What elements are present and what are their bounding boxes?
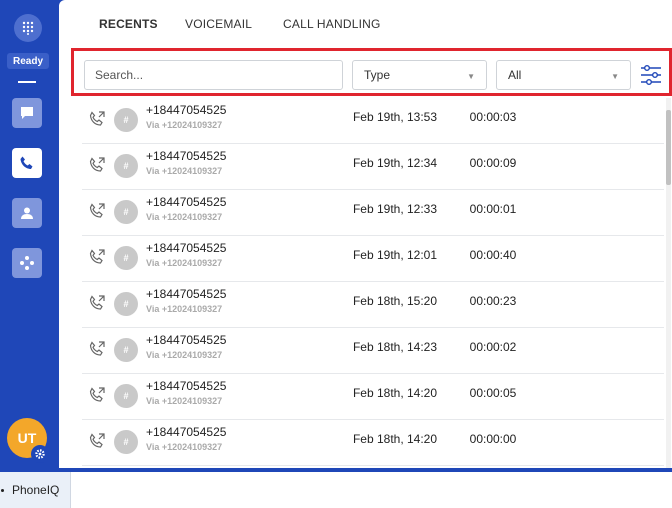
- call-duration: 00:00:00: [469, 432, 517, 446]
- caller-number: +18447054525: [146, 333, 227, 347]
- call-row[interactable]: # +18447054525 Via +12024109327 Feb 19th…: [82, 98, 664, 144]
- call-duration: 00:00:09: [469, 156, 517, 170]
- caller-avatar: #: [114, 154, 138, 178]
- call-row[interactable]: # +18447054525 Via +12024109327 Feb 19th…: [82, 144, 664, 190]
- call-duration: 00:00:03: [469, 110, 517, 124]
- status-badge[interactable]: Ready: [7, 53, 49, 69]
- call-date: Feb 19th, 12:01: [352, 248, 438, 262]
- caller-number: +18447054525: [146, 149, 227, 163]
- dialpad-icon[interactable]: [14, 14, 42, 42]
- caller-number: +18447054525: [146, 241, 227, 255]
- search-input[interactable]: [84, 60, 343, 90]
- call-row[interactable]: # +18447054525 Via +12024109327 Feb 18th…: [82, 328, 664, 374]
- tab-recents[interactable]: RECENTS: [99, 17, 158, 31]
- caller-avatar: #: [114, 430, 138, 454]
- status-divider: [18, 81, 36, 83]
- contact-icon[interactable]: [12, 198, 42, 228]
- call-list: # +18447054525 Via +12024109327 Feb 19th…: [82, 98, 664, 468]
- outgoing-call-icon: [89, 433, 105, 448]
- call-duration: 00:00:40: [469, 248, 517, 262]
- running-indicator: [1, 489, 4, 492]
- caller-avatar: #: [114, 292, 138, 316]
- outgoing-call-icon: [89, 249, 105, 264]
- chevron-down-icon: ▼: [467, 72, 475, 81]
- via-number: Via +12024109327: [146, 350, 223, 360]
- outgoing-call-icon: [89, 387, 105, 402]
- filter-bar: Type ▼ All ▼: [71, 48, 672, 96]
- caller-avatar: #: [114, 246, 138, 270]
- caller-number: +18447054525: [146, 287, 227, 301]
- outgoing-call-icon: [89, 111, 105, 126]
- sidebar: Ready UT: [0, 0, 59, 472]
- integrations-icon[interactable]: [12, 248, 42, 278]
- via-number: Via +12024109327: [146, 442, 223, 452]
- via-number: Via +12024109327: [146, 166, 223, 176]
- via-number: Via +12024109327: [146, 258, 223, 268]
- tab-voicemail[interactable]: VOICEMAIL: [185, 17, 252, 31]
- taskbar: PhoneIQ: [0, 472, 672, 508]
- call-row[interactable]: # +18447054525 Via +12024109327 Feb 19th…: [82, 236, 664, 282]
- call-row[interactable]: # +18447054525 Via +12024109327 Feb 18th…: [82, 374, 664, 420]
- caller-avatar: #: [114, 384, 138, 408]
- via-number: Via +12024109327: [146, 304, 223, 314]
- chevron-down-icon: ▼: [611, 72, 619, 81]
- filter-settings-icon[interactable]: [640, 64, 662, 86]
- call-row[interactable]: # +18447054525 Via +12024109327 Feb 18th…: [82, 282, 664, 328]
- call-date: Feb 19th, 12:33: [352, 202, 438, 216]
- phone-icon[interactable]: [12, 148, 42, 178]
- outgoing-call-icon: [89, 295, 105, 310]
- type-select-value: Type: [364, 68, 391, 82]
- call-date: Feb 19th, 13:53: [352, 110, 438, 124]
- call-duration: 00:00:23: [469, 294, 517, 308]
- call-row[interactable]: # +18447054525 Via +12024109327 Feb 18th…: [82, 420, 664, 466]
- tab-call-handling[interactable]: CALL HANDLING: [283, 17, 381, 31]
- via-number: Via +12024109327: [146, 212, 223, 222]
- scrollbar-thumb[interactable]: [666, 110, 671, 185]
- gear-icon[interactable]: [31, 445, 49, 463]
- scrollbar[interactable]: [666, 98, 671, 468]
- taskbar-app-phoneiq[interactable]: PhoneIQ: [0, 472, 71, 508]
- recents-panel: RECENTS VOICEMAIL CALL HANDLING Type ▼ A…: [59, 0, 672, 468]
- call-duration: 00:00:05: [469, 386, 517, 400]
- caller-number: +18447054525: [146, 103, 227, 117]
- outgoing-call-icon: [89, 203, 105, 218]
- caller-number: +18447054525: [146, 379, 227, 393]
- call-date: Feb 18th, 15:20: [352, 294, 438, 308]
- caller-avatar: #: [114, 200, 138, 224]
- call-duration: 00:00:01: [469, 202, 517, 216]
- via-number: Via +12024109327: [146, 120, 223, 130]
- caller-number: +18447054525: [146, 425, 227, 439]
- outgoing-call-icon: [89, 157, 105, 172]
- caller-avatar: #: [114, 108, 138, 132]
- chat-icon[interactable]: [12, 98, 42, 128]
- call-row[interactable]: # +18447054525 Via +12024109327 Feb 19th…: [82, 190, 664, 236]
- outgoing-call-icon: [89, 341, 105, 356]
- via-number: Via +12024109327: [146, 396, 223, 406]
- caller-number: +18447054525: [146, 195, 227, 209]
- tab-bar: RECENTS VOICEMAIL CALL HANDLING: [59, 0, 672, 46]
- caller-avatar: #: [114, 338, 138, 362]
- type-select[interactable]: Type ▼: [352, 60, 487, 90]
- call-date: Feb 18th, 14:20: [352, 432, 438, 446]
- call-duration: 00:00:02: [469, 340, 517, 354]
- scope-select-value: All: [508, 68, 522, 82]
- call-date: Feb 19th, 12:34: [352, 156, 438, 170]
- call-date: Feb 18th, 14:23: [352, 340, 438, 354]
- taskbar-app-label: PhoneIQ: [12, 483, 60, 497]
- call-date: Feb 18th, 14:20: [352, 386, 438, 400]
- scope-select[interactable]: All ▼: [496, 60, 631, 90]
